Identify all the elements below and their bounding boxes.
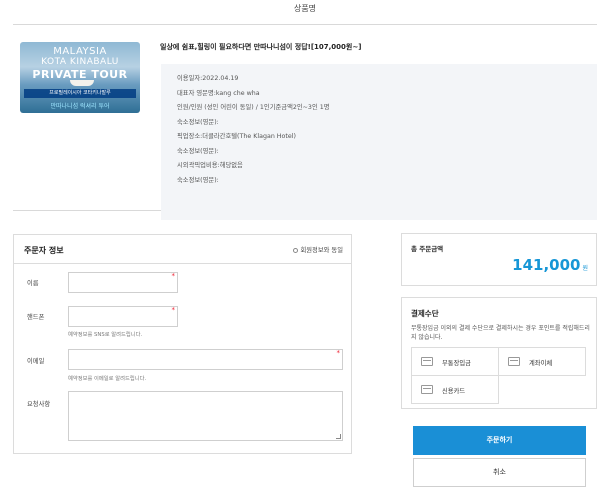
orderer-info-header: 주문자 정보 회원정보와 동일 — [14, 235, 351, 264]
payment-method-title: 결제수단 — [411, 309, 439, 318]
cancel-button[interactable]: 취소 — [413, 458, 586, 487]
payment-option-credit-card[interactable]: 신용카드 — [411, 375, 499, 404]
email-label: 이메일 — [27, 358, 45, 365]
currency-unit: 원 — [582, 265, 588, 272]
email-input[interactable]: * — [68, 349, 343, 370]
request-textarea[interactable] — [68, 391, 343, 441]
phone-input[interactable]: * — [68, 306, 178, 327]
thumbnail-banner: 프로필레이시아 코타키나발루 — [24, 89, 136, 98]
info-line: 픽업장소:더클라간호텔(The Klagan Hotel) — [177, 133, 296, 140]
order-button[interactable]: 주문하기 — [413, 426, 586, 455]
info-line: 시외곽픽업비용:해당없음 — [177, 162, 243, 169]
name-input[interactable]: * — [68, 272, 178, 293]
payment-option-label: 계좌이체 — [529, 360, 553, 367]
total-amount-panel: 총 주문금액 141,000 원 — [401, 233, 597, 286]
phone-label: 핸드폰 — [27, 314, 45, 321]
bank-deposit-icon — [421, 357, 433, 366]
info-line: 숙소정보(영문): — [177, 176, 219, 184]
orderer-info-title: 주문자 정보 — [24, 246, 64, 255]
required-mark: * — [171, 306, 176, 314]
total-amount-label: 총 주문금액 — [411, 245, 444, 253]
same-as-member-radio[interactable] — [293, 247, 299, 253]
product-info-box: 이용일자:2022.04.19 대표자 영문명:kang che wha 인원/… — [161, 64, 597, 220]
payment-method-description: 무통장입금 이외의 결제 수단으로 결제하시는 경우 포인트를 적립해드리지 않… — [411, 325, 590, 341]
payment-option-bank-deposit[interactable]: 무통장입금 — [411, 347, 499, 376]
orderer-info-panel: 주문자 정보 회원정보와 동일 이름 * 핸드폰 * 예약정보를 SNS로 알려… — [13, 234, 352, 454]
boat-graphic — [70, 80, 94, 86]
info-line: 숙소정보(영문): — [177, 147, 219, 155]
payment-option-label: 신용카드 — [442, 388, 466, 395]
total-amount-value: 141,000 — [512, 256, 581, 274]
resize-grip-icon[interactable] — [336, 434, 341, 439]
info-line: 숙소정보(영문): — [177, 118, 219, 126]
info-line: 대표자 영문명:kang che wha — [177, 89, 260, 97]
credit-card-icon — [421, 385, 433, 394]
same-as-member-label: 회원정보와 동일 — [300, 247, 343, 254]
product-title: 일상에 쉼표,힐링이 필요하다면 만따나니섬이 정답![107,000원~] — [160, 43, 362, 51]
info-line: 인원/인원 (성인 어린이 동일) / 1인기준금액2인~3인 1명 — [177, 104, 330, 111]
thumbnail-text-country: MALAYSIA — [53, 46, 107, 57]
bank-transfer-icon — [508, 357, 520, 366]
required-mark: * — [336, 349, 341, 357]
page-title: 상품명 — [293, 4, 317, 13]
request-label: 요청사항 — [27, 401, 51, 408]
payment-option-bank-transfer[interactable]: 계좌이체 — [498, 347, 586, 376]
thumbnail-caption: 만따나니섬 럭셔리 투어 — [50, 103, 110, 110]
product-summary: MALAYSIA KOTA KINABALU PRIVATE TOUR 프로필레… — [13, 25, 597, 220]
thumbnail-text-city: KOTA KINABALU — [41, 57, 119, 67]
product-thumbnail: MALAYSIA KOTA KINABALU PRIVATE TOUR 프로필레… — [20, 42, 140, 113]
required-mark: * — [171, 272, 176, 280]
payment-option-label: 무통장입금 — [442, 360, 471, 367]
total-amount: 141,000 원 — [512, 256, 588, 274]
payment-method-panel: 결제수단 무통장입금 이외의 결제 수단으로 결제하시는 경우 포인트를 적립해… — [401, 297, 597, 409]
info-line: 이용일자:2022.04.19 — [177, 75, 239, 82]
phone-note: 예약정보를 SNS로 알려드립니다. — [68, 332, 143, 338]
page-header: 상품명 — [13, 0, 597, 25]
email-note: 예약정보를 이메일로 알려드립니다. — [68, 376, 147, 382]
same-as-member-option[interactable]: 회원정보와 동일 — [293, 245, 343, 254]
name-label: 이름 — [27, 280, 39, 287]
